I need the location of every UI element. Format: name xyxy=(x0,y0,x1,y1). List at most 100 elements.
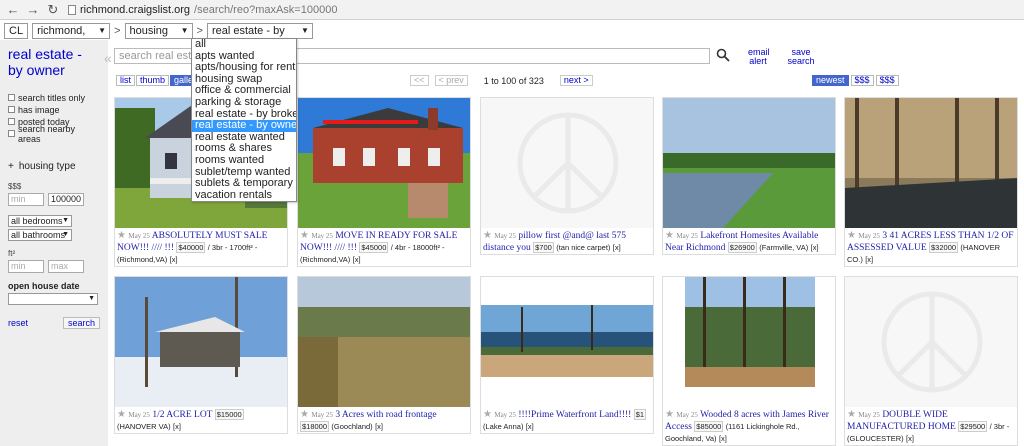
save-search-link[interactable]: save search xyxy=(786,48,816,66)
listing-card[interactable]: ★ May 25 3 Acres with road frontage $180… xyxy=(297,276,471,434)
collapse-sidebar-icon[interactable]: « xyxy=(104,50,112,66)
star-icon[interactable]: ★ xyxy=(117,230,126,241)
dropdown-option[interactable]: vacation rentals xyxy=(192,190,296,202)
forward-arrow-icon[interactable]: → xyxy=(26,2,40,17)
dropdown-option[interactable]: apts/housing for rent xyxy=(192,62,296,74)
listing-image[interactable] xyxy=(298,277,470,407)
listing-image[interactable] xyxy=(115,277,287,407)
open-house-select[interactable]: ▼ xyxy=(8,293,98,305)
search-icon[interactable] xyxy=(716,48,730,62)
listing-card[interactable]: ★ May 25 DOUBLE WIDE MANUFACTURED HOME $… xyxy=(844,276,1018,446)
min-price-input[interactable]: min xyxy=(8,193,44,206)
filter-checkbox[interactable]: search nearby areas xyxy=(8,124,100,144)
max-sqft-input[interactable]: max xyxy=(48,260,84,273)
star-icon[interactable]: ★ xyxy=(847,230,856,241)
hide-listing-button[interactable]: [x] xyxy=(613,243,621,252)
listing-image[interactable] xyxy=(298,98,470,228)
email-alert-link[interactable]: email alert xyxy=(748,48,770,66)
listing-card[interactable]: ★ May 25 Wooded 8 acres with James River… xyxy=(662,276,836,446)
category-select[interactable]: housing ▼ xyxy=(124,23,193,39)
bathrooms-select[interactable]: all bathrooms ▼ xyxy=(8,229,72,241)
dropdown-option[interactable]: parking & storage xyxy=(192,97,296,109)
back-arrow-icon[interactable]: ← xyxy=(6,2,20,17)
star-icon[interactable]: ★ xyxy=(483,230,492,241)
star-icon[interactable]: ★ xyxy=(665,230,674,241)
filter-checkbox[interactable]: has image xyxy=(8,104,100,115)
dropdown-option[interactable]: real estate wanted xyxy=(192,132,296,144)
max-price-input[interactable]: 100000 xyxy=(48,193,84,206)
listing-card[interactable]: ★ May 25 3 41 ACRES LESS THAN 1/2 OF ASS… xyxy=(844,97,1018,267)
hide-listing-button[interactable]: [x] xyxy=(719,434,727,443)
hide-listing-button[interactable]: [x] xyxy=(375,422,383,431)
prev-page-button[interactable]: < prev xyxy=(434,75,468,86)
reset-link[interactable]: reset xyxy=(8,318,28,328)
listing-caption: ★ May 25 DOUBLE WIDE MANUFACTURED HOME $… xyxy=(845,407,1017,445)
first-page-button[interactable]: << xyxy=(410,75,429,86)
star-icon[interactable]: ★ xyxy=(483,409,492,420)
result-count: 1 to 100 of 323 xyxy=(483,75,544,86)
dropdown-option[interactable]: rooms wanted xyxy=(192,155,296,167)
subcategory-select[interactable]: real estate - by owner▼ xyxy=(206,23,313,51)
hide-listing-button[interactable]: [x] xyxy=(906,434,914,443)
hide-listing-button[interactable]: [x] xyxy=(173,422,181,431)
sort-price-asc[interactable]: $$$ xyxy=(850,75,874,86)
sort-tabs: newest $$$ $$$ xyxy=(812,75,899,86)
listing-title[interactable]: 3 Acres with road frontage xyxy=(335,410,436,420)
hide-listing-button[interactable]: [x] xyxy=(526,422,534,431)
listing-date: May 25 xyxy=(858,232,880,240)
min-sqft-input[interactable]: min xyxy=(8,260,44,273)
area-select[interactable]: richmond, VA▼ xyxy=(32,23,111,51)
hide-listing-button[interactable]: [x] xyxy=(811,243,819,252)
dropdown-option[interactable]: office & commercial xyxy=(192,85,296,97)
next-page-button[interactable]: next > xyxy=(559,75,593,86)
listing-card[interactable]: ★ May 25 pillow first @and@ last 575 dis… xyxy=(480,97,654,255)
listing-image[interactable] xyxy=(663,98,835,228)
filter-checkbox[interactable]: search titles only xyxy=(8,92,100,103)
sort-newest[interactable]: newest xyxy=(812,75,849,86)
checkbox-icon[interactable] xyxy=(8,118,15,125)
dropdown-option[interactable]: apts wanted xyxy=(192,51,296,63)
listing-title[interactable]: !!!!Prime Waterfront Land!!!! xyxy=(518,410,631,420)
listing-image[interactable] xyxy=(663,277,835,407)
reload-icon[interactable]: ↻ xyxy=(46,2,60,17)
checkbox-icon[interactable] xyxy=(8,130,15,137)
listing-card[interactable]: ★ May 25 Lakefront Homesites Available N… xyxy=(662,97,836,255)
listing-card[interactable]: ★ May 25 MOVE IN READY FOR SALE NOW!!! /… xyxy=(297,97,471,267)
star-icon[interactable]: ★ xyxy=(847,409,856,420)
subcategory-dropdown[interactable]: all apts wanted apts/housing for rent housi… xyxy=(191,38,297,203)
hide-listing-button[interactable]: [x] xyxy=(170,255,178,264)
dropdown-option[interactable]: all xyxy=(192,39,296,51)
listing-card[interactable]: ★ May 25 !!!!Prime Waterfront Land!!!! $… xyxy=(480,276,654,434)
dropdown-option[interactable]: real estate - by owner xyxy=(192,120,296,132)
star-icon[interactable]: ★ xyxy=(665,409,674,420)
listing-image[interactable] xyxy=(845,98,1017,228)
search-button[interactable]: search xyxy=(62,317,100,329)
listing-image[interactable] xyxy=(481,277,653,407)
checkbox-label: search nearby areas xyxy=(18,123,76,144)
address-bar[interactable]: richmond.craigslist.org/search/reo?maxAs… xyxy=(68,4,337,16)
listing-image[interactable] xyxy=(481,98,653,228)
listing-caption: ★ May 25 3 Acres with road frontage $180… xyxy=(298,407,470,433)
listing-location: (Richmond,VA) xyxy=(300,255,351,264)
dropdown-option[interactable]: rooms & shares xyxy=(192,143,296,155)
dropdown-option[interactable]: housing swap xyxy=(192,74,296,86)
checkbox-icon[interactable] xyxy=(8,94,15,101)
dropdown-option[interactable]: real estate - by broker xyxy=(192,109,296,121)
listing-image[interactable] xyxy=(845,277,1017,407)
tab-list[interactable]: list xyxy=(116,75,135,86)
cl-logo[interactable]: CL xyxy=(4,23,29,39)
star-icon[interactable]: ★ xyxy=(300,409,309,420)
sort-price-desc[interactable]: $$$ xyxy=(875,75,899,86)
tab-thumb[interactable]: thumb xyxy=(136,75,170,86)
housing-type-toggle[interactable]: + housing type xyxy=(8,161,100,172)
star-icon[interactable]: ★ xyxy=(117,409,126,420)
dropdown-option[interactable]: sublets & temporary xyxy=(192,178,296,190)
hide-listing-button[interactable]: [x] xyxy=(865,255,873,264)
star-icon[interactable]: ★ xyxy=(300,230,309,241)
listing-card[interactable]: ★ May 25 1/2 ACRE LOT $15000 (HANOVER VA… xyxy=(114,276,288,434)
dropdown-option[interactable]: sublet/temp wanted xyxy=(192,167,296,179)
checkbox-icon[interactable] xyxy=(8,106,15,113)
bedrooms-select[interactable]: all bedrooms ▼ xyxy=(8,215,72,227)
hide-listing-button[interactable]: [x] xyxy=(353,255,361,264)
listing-title[interactable]: 1/2 ACRE LOT xyxy=(152,410,212,420)
